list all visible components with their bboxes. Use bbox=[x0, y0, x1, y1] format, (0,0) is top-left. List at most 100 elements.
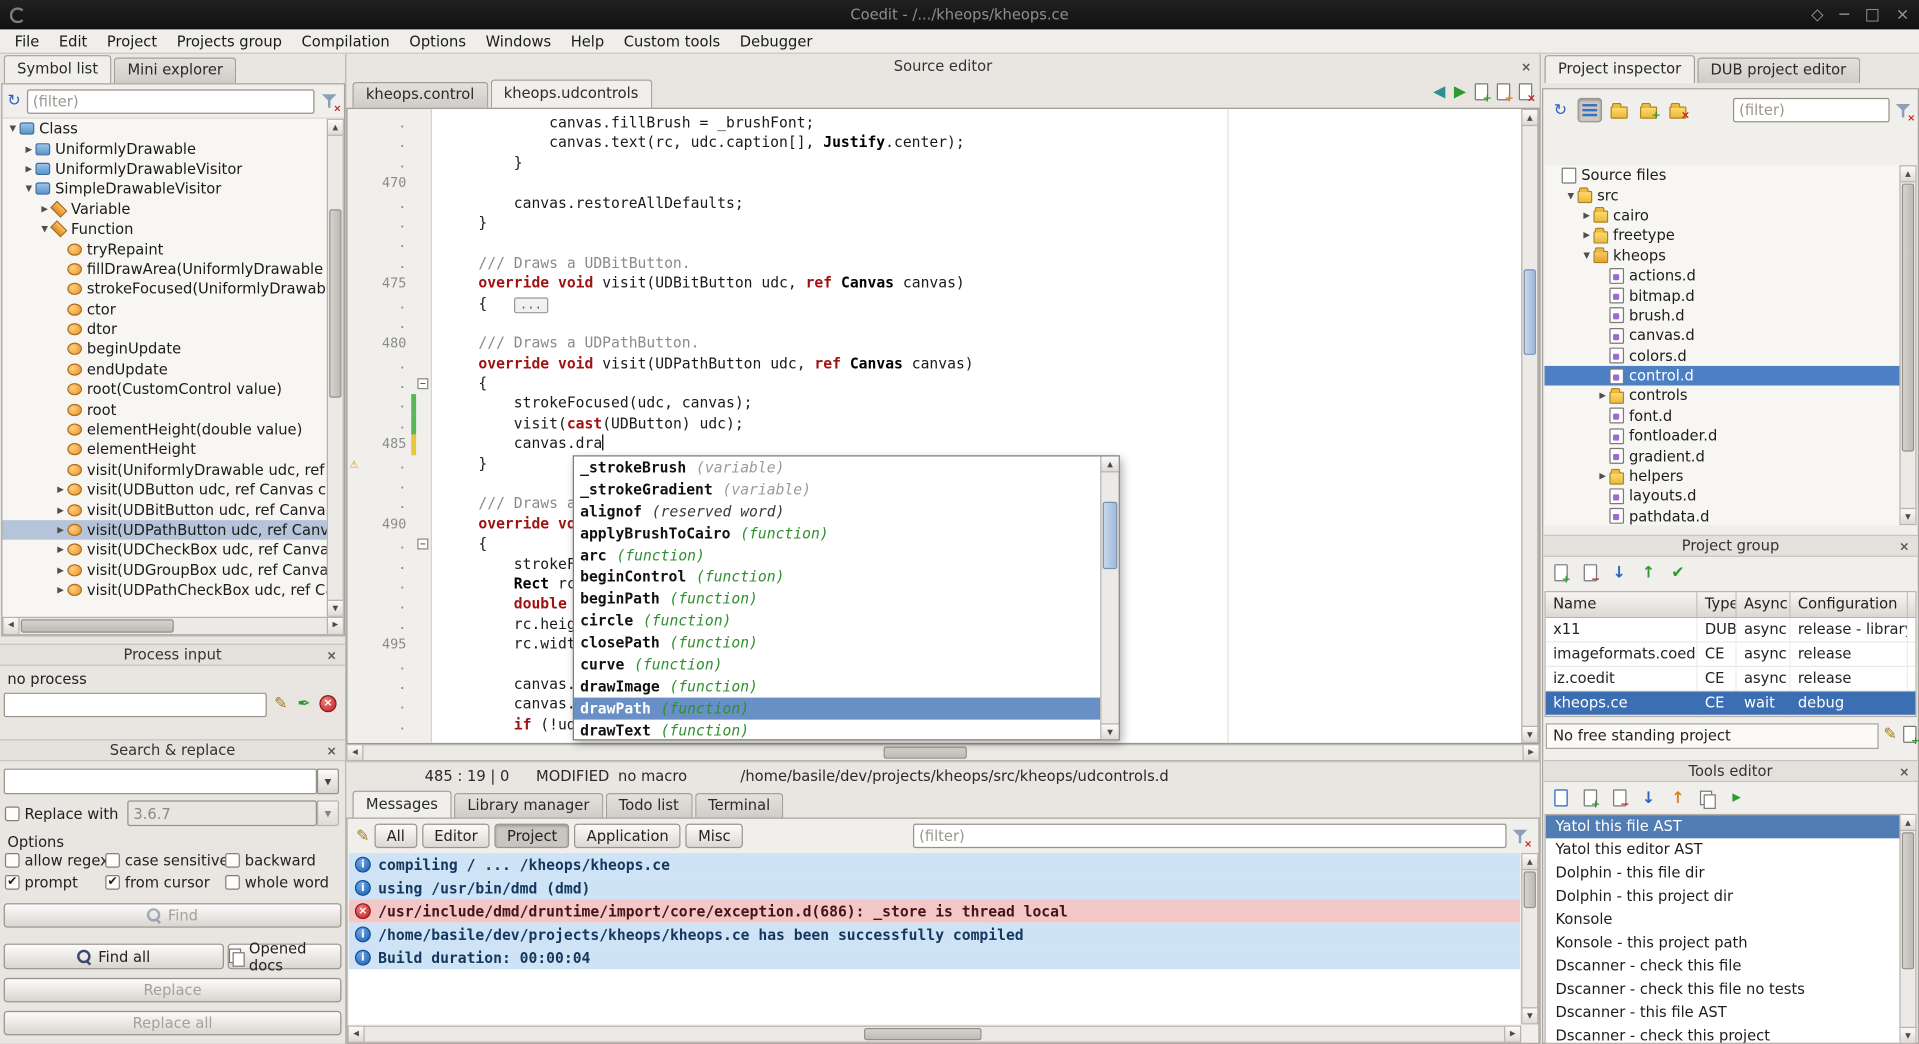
completion-item-strokegradient[interactable]: _strokeGradient(variable) bbox=[574, 478, 1100, 500]
scroll-thumb[interactable] bbox=[883, 747, 966, 759]
message-row[interactable]: iBuild duration: 00:00:04 bbox=[349, 946, 1520, 969]
option-prompt[interactable]: ✔prompt bbox=[5, 874, 78, 891]
completion-item-curve[interactable]: curve(function) bbox=[574, 654, 1100, 676]
tree-item-ctor[interactable]: ctor bbox=[2, 299, 326, 319]
tab-kheops-udcontrols[interactable]: kheops.udcontrols bbox=[490, 80, 652, 108]
tree-item-visit-udbitbutton-udc-ref-canvas-c[interactable]: ▶visit(UDBitButton udc, ref Canvas c bbox=[2, 500, 326, 520]
move-project-down-button[interactable]: ↓ bbox=[1607, 561, 1631, 585]
code-line[interactable]: canvas.restoreAllDefaults; bbox=[443, 194, 1521, 214]
replace-input[interactable] bbox=[127, 800, 317, 826]
column-header-name[interactable]: Name bbox=[1546, 592, 1698, 616]
tab-project-inspector[interactable]: Project inspector bbox=[1544, 55, 1694, 83]
menu-item-options[interactable]: Options bbox=[400, 31, 476, 51]
gutter-line[interactable]: . bbox=[348, 716, 431, 736]
code-line[interactable]: override void visit(UDPathButton udc, re… bbox=[443, 355, 1521, 375]
tree-item-layouts-d[interactable]: layouts.d bbox=[1544, 486, 1901, 506]
scroll-up-arrow[interactable]: ▲ bbox=[1522, 110, 1537, 126]
scroll-down-arrow[interactable]: ▼ bbox=[1901, 508, 1916, 524]
gutter-line[interactable]: 480 bbox=[348, 334, 431, 354]
search-dropdown-icon[interactable]: ▼ bbox=[317, 769, 339, 795]
column-header-configuration[interactable]: Configuration bbox=[1790, 592, 1907, 616]
scroll-right-arrow[interactable]: ▶ bbox=[1504, 1027, 1520, 1042]
tree-item-uniformlydrawablevisitor[interactable]: ▶UniformlyDrawableVisitor bbox=[2, 159, 326, 179]
tree-item-filldrawarea-uniformlydrawable-ud[interactable]: fillDrawArea(UniformlyDrawable ud bbox=[2, 259, 326, 279]
async-mode-button[interactable]: ✔ bbox=[1666, 561, 1690, 585]
gutter-line[interactable]: . bbox=[348, 154, 431, 174]
editor-gutter[interactable]: ...470....475..480..−..485.⚠..490.−....4… bbox=[348, 109, 432, 743]
gutter-line[interactable]: . bbox=[348, 696, 431, 716]
tab-mini-explorer[interactable]: Mini explorer bbox=[114, 58, 236, 84]
menu-item-windows[interactable]: Windows bbox=[476, 31, 561, 51]
run-tool-button[interactable]: ▶ bbox=[1724, 786, 1748, 810]
tool-item-yatol-this-file-ast[interactable]: Yatol this file AST bbox=[1546, 815, 1901, 838]
move-tool-down-button[interactable]: ↓ bbox=[1636, 786, 1660, 810]
files-scrollbar[interactable]: ▲▼ bbox=[1899, 165, 1916, 525]
close-icon[interactable]: × bbox=[323, 646, 340, 667]
tree-item-variable[interactable]: ▶Variable bbox=[2, 199, 326, 219]
option-from-cursor[interactable]: ✔from cursor bbox=[105, 874, 210, 891]
code-line[interactable] bbox=[443, 234, 1521, 254]
filter-button-application[interactable]: Application bbox=[574, 824, 681, 848]
navigate-forward-icon[interactable]: ▶ bbox=[1454, 84, 1466, 100]
tree-item-tryrepaint[interactable]: tryRepaint bbox=[2, 239, 326, 259]
messages-filter-input[interactable] bbox=[913, 824, 1507, 848]
tree-item-source-files[interactable]: Source files bbox=[1544, 165, 1901, 185]
filter-funnel-icon[interactable]: × bbox=[321, 92, 339, 110]
maximize-icon[interactable]: □ bbox=[1865, 7, 1880, 23]
gutter-line[interactable]: .− bbox=[348, 535, 431, 555]
tool-item-dscanner-this-file-ast[interactable]: Dscanner - this file AST bbox=[1546, 1001, 1901, 1024]
new-folder-button[interactable] bbox=[1607, 98, 1631, 122]
completion-item-alignof[interactable]: alignof(reserved word) bbox=[574, 500, 1100, 522]
tree-item-fontloader-d[interactable]: fontloader.d bbox=[1544, 426, 1901, 446]
gutter-line[interactable]: . bbox=[348, 294, 431, 314]
close-doc-icon[interactable]: × bbox=[1519, 83, 1532, 100]
option-backward[interactable]: backward bbox=[225, 852, 316, 869]
tree-item-pathdata-d[interactable]: pathdata.d bbox=[1544, 506, 1901, 525]
vertical-scrollbar[interactable]: ▲▼ bbox=[327, 119, 344, 617]
fold-marker[interactable]: − bbox=[417, 539, 428, 550]
remove-folder-button[interactable]: × bbox=[1666, 98, 1690, 122]
menu-item-file[interactable]: File bbox=[5, 31, 49, 51]
menu-item-debugger[interactable]: Debugger bbox=[730, 31, 822, 51]
tab-messages[interactable]: Messages bbox=[352, 791, 451, 819]
expander-icon[interactable]: ▼ bbox=[6, 124, 19, 134]
add-doc-icon[interactable]: + bbox=[1497, 83, 1510, 100]
close-source-editor-icon[interactable]: × bbox=[1518, 56, 1535, 80]
scroll-thumb[interactable] bbox=[864, 1028, 981, 1040]
completion-item-closepath[interactable]: closePath(function) bbox=[574, 632, 1100, 654]
refresh-symbols-icon[interactable]: ↻ bbox=[7, 93, 20, 109]
window-menu-icon[interactable]: ◇ bbox=[1811, 7, 1823, 23]
tree-item-control-d[interactable]: control.d bbox=[1544, 366, 1901, 386]
tree-item-colors-d[interactable]: colors.d bbox=[1544, 346, 1901, 366]
tree-item-simpledrawablevisitor[interactable]: ▼SimpleDrawableVisitor bbox=[2, 179, 326, 199]
add-project-button[interactable]: + bbox=[1548, 561, 1572, 585]
add-tool-button[interactable]: + bbox=[1578, 786, 1602, 810]
remove-tool-button[interactable]: − bbox=[1607, 786, 1631, 810]
move-project-up-button[interactable]: ↑ bbox=[1636, 561, 1660, 585]
gutter-line[interactable]: . bbox=[348, 134, 431, 154]
close-icon[interactable]: × bbox=[1896, 762, 1913, 783]
tool-item-dscanner-check-this-file[interactable]: Dscanner - check this file bbox=[1546, 955, 1901, 978]
tab-kheops-control[interactable]: kheops.control bbox=[352, 82, 487, 108]
expander-icon[interactable]: ▶ bbox=[22, 164, 35, 174]
expander-icon[interactable]: ▼ bbox=[1564, 190, 1577, 200]
tree-item-gradient-d[interactable]: gradient.d bbox=[1544, 446, 1901, 466]
completion-scrollbar[interactable]: ▲▼ bbox=[1100, 456, 1118, 739]
code-line[interactable]: { ... bbox=[443, 294, 1521, 314]
scroll-thumb[interactable] bbox=[1902, 184, 1914, 452]
column-header-async[interactable]: Async bbox=[1737, 592, 1791, 616]
send-input-icon[interactable]: ✎ bbox=[274, 696, 287, 712]
remove-project-button[interactable]: − bbox=[1578, 561, 1602, 585]
tree-item-strokefocused-uniformlydrawable[interactable]: strokeFocused(UniformlyDrawable bbox=[2, 279, 326, 299]
tree-item-function[interactable]: ▼Function bbox=[2, 219, 326, 239]
minimize-icon[interactable]: ─ bbox=[1839, 7, 1849, 23]
scroll-thumb[interactable] bbox=[329, 209, 341, 397]
gutter-line[interactable]: .⚠ bbox=[348, 455, 431, 475]
code-line[interactable]: /// Draws a UDBitButton. bbox=[443, 254, 1521, 274]
filter-button-misc[interactable]: Misc bbox=[686, 824, 743, 848]
clone-tool-button[interactable] bbox=[1695, 786, 1719, 810]
gutter-line[interactable]: 495 bbox=[348, 635, 431, 655]
tree-item-helpers[interactable]: ▶helpers bbox=[1544, 466, 1901, 486]
scroll-thumb[interactable] bbox=[1524, 871, 1536, 908]
project-filter-input[interactable] bbox=[1733, 98, 1890, 122]
